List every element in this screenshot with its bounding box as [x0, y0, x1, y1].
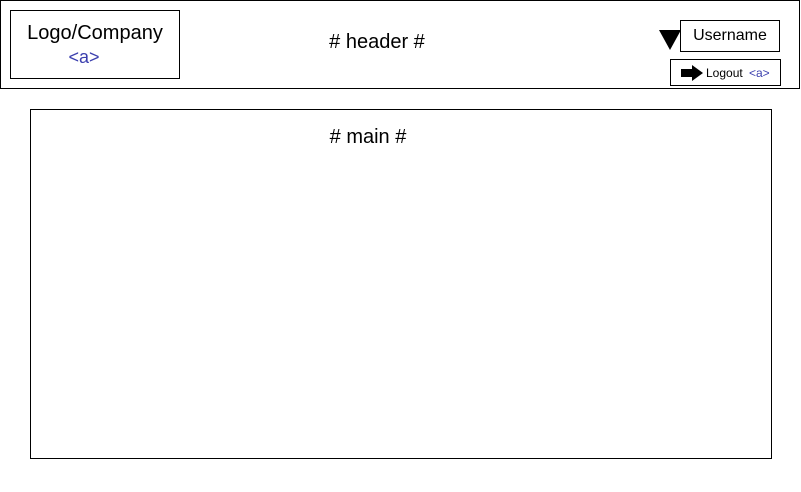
- main-content-area: # main #: [30, 109, 772, 459]
- logo-company-box[interactable]: Logo/Company <a>: [10, 10, 180, 79]
- username-button[interactable]: Username: [680, 20, 780, 52]
- logout-button[interactable]: Logout <a>: [670, 59, 781, 86]
- logout-label: Logout: [706, 66, 743, 80]
- logo-company-link[interactable]: <a>: [11, 47, 157, 67]
- header: Logo/Company <a> # header # Username Log…: [0, 0, 800, 89]
- logo-company-text: Logo/Company: [27, 22, 163, 44]
- main-title: # main #: [329, 126, 407, 148]
- triangle-down-icon[interactable]: [659, 30, 681, 50]
- header-title: # header #: [329, 31, 425, 53]
- logout-link[interactable]: <a>: [749, 66, 770, 80]
- arrow-right-icon: [681, 65, 703, 81]
